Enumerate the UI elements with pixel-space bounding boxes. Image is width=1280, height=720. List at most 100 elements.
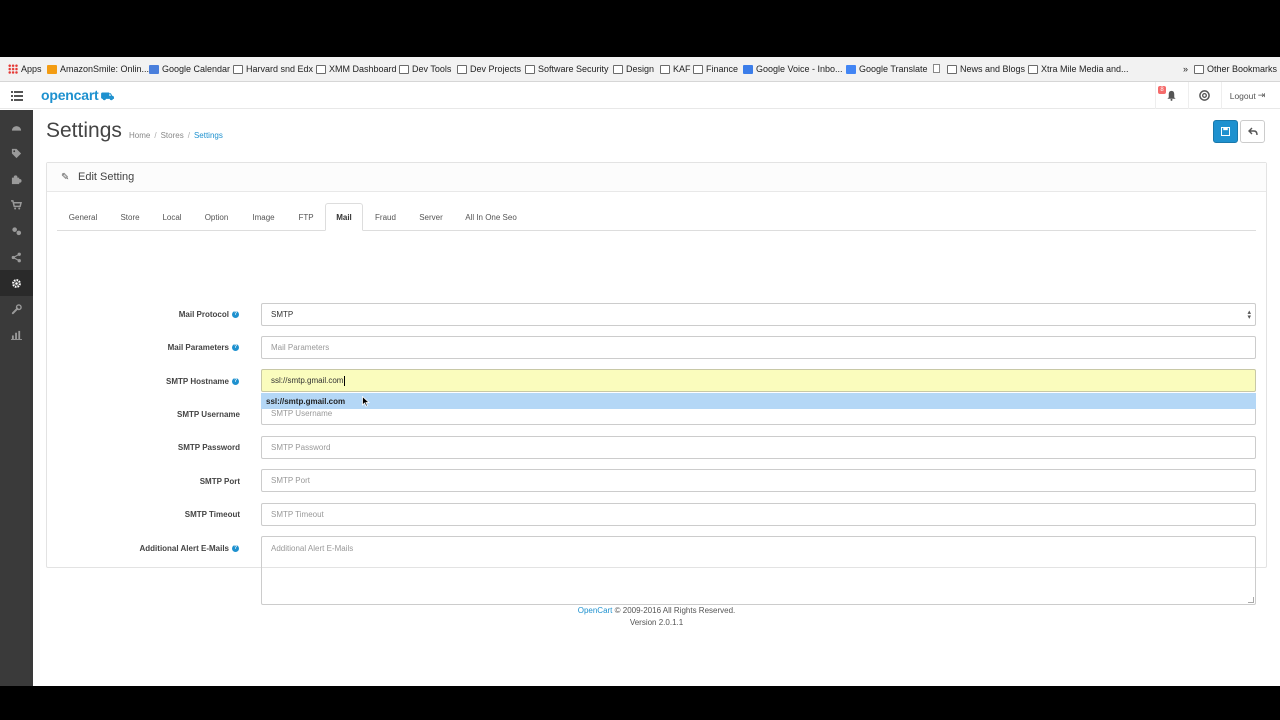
smtp-password-label: SMTP Password [177,443,240,452]
bookmark-page[interactable] [933,64,943,73]
save-icon [1221,127,1230,136]
select-updown-icon: ▴ ▾ [1247,309,1251,321]
page-icon [933,64,940,73]
help-button[interactable] [1188,82,1220,109]
folder-icon [660,64,670,74]
bookmark-harvard[interactable]: Harvard snd Edx [233,64,313,74]
save-button[interactable] [1213,120,1238,143]
help-icon[interactable]: ? [232,311,239,319]
folder-icon [1194,64,1204,74]
smtp-hostname-label: SMTP Hostname? [166,377,239,386]
bookmark-software-security[interactable]: Software Security [525,64,609,74]
smtp-hostname-input[interactable]: ssl://smtp.gmail.com [261,369,1256,392]
life-ring-icon [1199,90,1210,101]
bookmark-google-voice[interactable]: Google Voice - Inbo... [743,64,843,74]
version-text: Version 2.0.1.1 [629,618,684,627]
mouse-pointer-icon [362,396,370,407]
bookmark-amazonsmile[interactable]: AmazonSmile: Onlin... [47,64,149,74]
resize-handle[interactable] [1248,597,1254,603]
bookmark-finance[interactable]: Finance [693,64,738,74]
folder-icon [457,64,467,74]
tags-icon [11,148,22,158]
puzzle-icon [11,174,22,184]
reply-icon [1247,127,1258,136]
folder-icon [947,64,957,74]
smtp-port-label: SMTP Port [199,477,240,486]
bookmark-xmm-dashboard[interactable]: XMM Dashboard [316,64,397,74]
cart-logo-icon: ⛟ [100,91,115,103]
menu-toggle-icon[interactable] [0,82,33,109]
sidebar-item-customers[interactable] [0,218,33,244]
bookmark-dev-tools[interactable]: Dev Tools [399,64,451,74]
sidebar-item-reports[interactable] [0,322,33,348]
breadcrumb-stores[interactable]: Stores [161,131,184,140]
help-icon[interactable]: ? [232,545,239,553]
amazon-icon [47,64,57,74]
tab-all-in-one-seo[interactable]: All In One Seo [454,203,528,231]
wrench-icon [11,303,22,314]
sidebar-item-tools[interactable] [0,296,33,322]
sidebar-menu [0,110,33,686]
tab-local[interactable]: Local [151,203,193,231]
tab-store[interactable]: Store [109,203,151,231]
folder-icon [399,64,409,74]
bookmark-xtra-mile[interactable]: Xtra Mile Media and... [1028,64,1129,74]
edit-setting-panel: ✎ Edit Setting General Store Local Optio… [46,162,1267,605]
tab-general[interactable]: General [57,203,109,231]
bookmark-google-translate[interactable]: Google Translate [846,64,928,74]
bookmark-kaf[interactable]: KAF [660,64,691,74]
folder-icon [525,64,535,74]
tab-option[interactable]: Option [193,203,240,231]
sidebar-item-catalog[interactable] [0,140,33,166]
notification-count-badge: 8 [1158,86,1166,94]
smtp-timeout-input[interactable]: SMTP Timeout [261,503,1256,526]
bookmark-google-calendar[interactable]: Google Calendar [149,64,230,74]
bookmark-dev-projects[interactable]: Dev Projects [457,64,521,74]
users-icon [12,226,22,235]
bookmarks-overflow-chevron-icon[interactable]: » [1183,64,1188,74]
opencart-link[interactable]: OpenCart [578,606,613,615]
bookmark-apps[interactable]: Apps [8,64,42,74]
tab-server[interactable]: Server [408,203,454,231]
sidebar-item-system[interactable] [0,270,33,296]
smtp-password-input[interactable]: SMTP Password [261,436,1256,459]
sidebar-item-marketing[interactable] [0,244,33,270]
breadcrumb-home[interactable]: Home [129,131,150,140]
opencart-logo[interactable]: opencart ⛟ [41,87,114,105]
sign-out-icon: ⇥ [1257,90,1266,100]
tab-mail[interactable]: Mail [325,203,363,231]
tab-fraud[interactable]: Fraud [363,203,408,231]
share-icon [11,252,21,262]
sidebar-item-extensions[interactable] [0,166,33,192]
text-caret [344,375,346,386]
breadcrumb: Home / Stores / Settings [129,131,223,140]
help-icon[interactable]: ? [232,378,239,386]
autocomplete-suggestion[interactable]: ssl://smtp.gmail.com [261,393,1256,409]
mail-protocol-select[interactable]: SMTP ▴ ▾ [261,303,1256,326]
sidebar-item-dashboard[interactable] [0,114,33,140]
sidebar-item-sales[interactable] [0,192,33,218]
smtp-port-input[interactable]: SMTP Port [261,469,1256,492]
tab-image[interactable]: Image [240,203,287,231]
bell-icon [1167,90,1176,101]
tab-ftp[interactable]: FTP [287,203,325,231]
bookmark-design[interactable]: Design [613,64,654,74]
alert-emails-textarea[interactable]: Additional Alert E-Mails [261,536,1256,605]
bar-chart-icon [11,330,22,340]
app-header: opencart ⛟ 8 Logout ⇥ [0,82,1280,109]
cog-icon [12,278,21,288]
bookmark-other-bookmarks[interactable]: Other Bookmarks [1194,64,1277,74]
smtp-timeout-label: SMTP Timeout [184,510,240,519]
mail-parameters-input[interactable]: Mail Parameters [261,336,1256,359]
cancel-button[interactable] [1240,120,1265,143]
bookmark-news-and-blogs[interactable]: News and Blogs [947,64,1025,74]
folder-icon [316,64,326,74]
settings-tabs: General Store Local Option Image FTP Mai… [57,203,1256,231]
google-translate-icon [846,64,856,74]
mail-parameters-label: Mail Parameters? [167,343,239,352]
help-icon[interactable]: ? [232,344,239,352]
mail-protocol-label: Mail Protocol? [178,310,239,319]
breadcrumb-settings[interactable]: Settings [194,131,223,140]
page-title: Settings [46,119,122,142]
logout-button[interactable]: Logout ⇥ [1221,82,1273,109]
